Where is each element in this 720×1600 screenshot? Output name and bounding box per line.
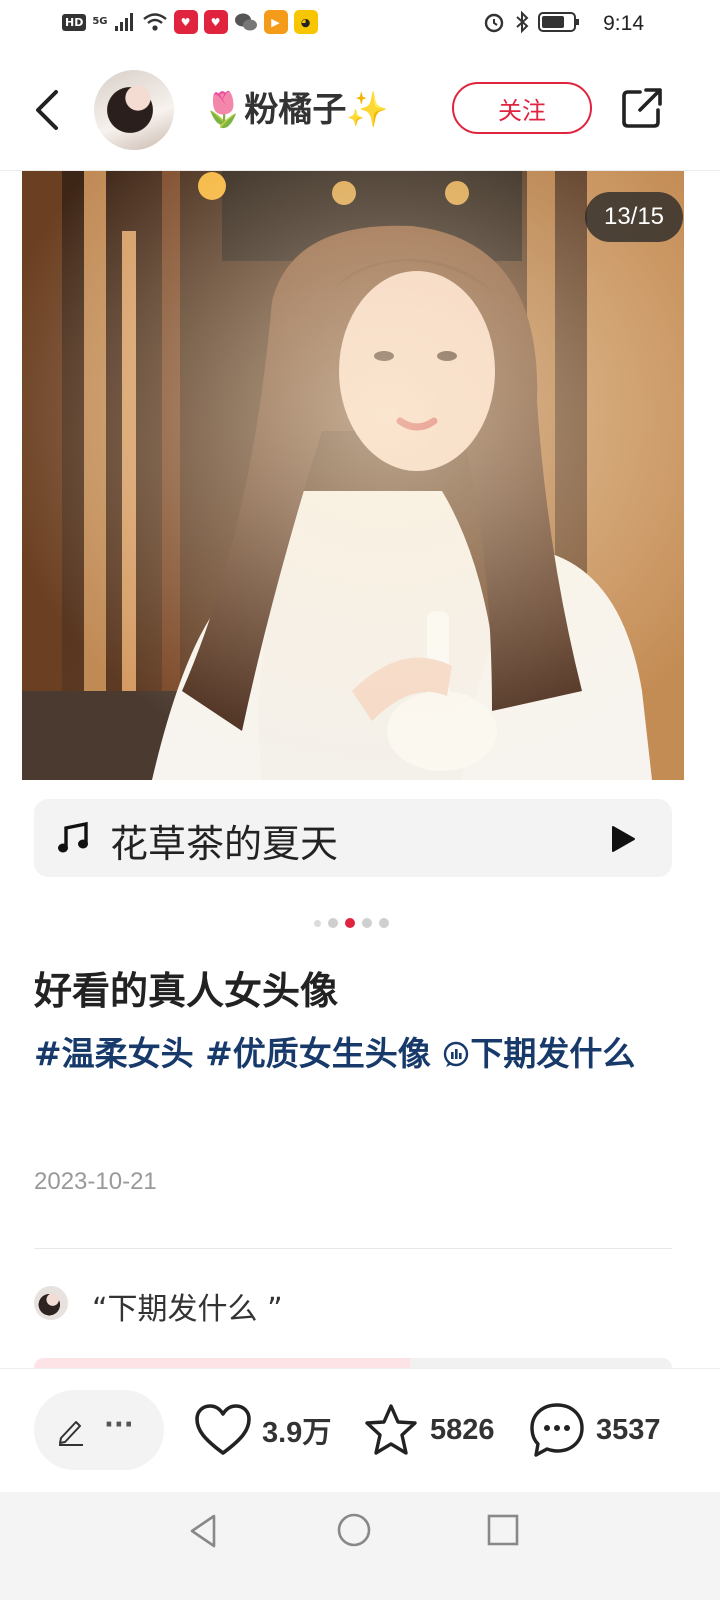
nav-recents-icon[interactable] bbox=[486, 1513, 520, 1547]
music-note-icon bbox=[58, 821, 88, 853]
back-button[interactable] bbox=[28, 82, 68, 138]
cat-app-icon: ◕ bbox=[293, 10, 318, 34]
tag-link[interactable]: #优质女生头像 bbox=[205, 1034, 431, 1073]
network-type: 5G bbox=[92, 16, 108, 27]
alarm-icon bbox=[484, 13, 504, 33]
author-avatar[interactable] bbox=[94, 70, 174, 150]
page-dot-active bbox=[345, 918, 355, 928]
comment-input-pill[interactable] bbox=[34, 1390, 164, 1470]
share-icon[interactable] bbox=[620, 86, 664, 130]
more-dots[interactable]: ··· bbox=[104, 1410, 134, 1440]
photo-image bbox=[22, 171, 684, 780]
nav-back-icon[interactable] bbox=[186, 1512, 220, 1550]
follow-button[interactable]: 关注 bbox=[452, 82, 592, 134]
page-counter: 13/15 bbox=[585, 192, 683, 242]
pencil-icon bbox=[59, 1421, 83, 1446]
divider bbox=[34, 1248, 672, 1249]
status-icons-left: HD 5G ♥ ♥ ▶ ◕ bbox=[62, 10, 318, 34]
post-tags: #温柔女头 #优质女生头像 下期发什么 bbox=[34, 1028, 684, 1080]
app-notification-icon: ♥ bbox=[173, 10, 198, 34]
video-app-icon: ▶ bbox=[263, 10, 288, 34]
battery-icon bbox=[538, 12, 579, 32]
page-dot bbox=[379, 918, 389, 928]
like-count: 3.9万 bbox=[262, 1417, 332, 1449]
poll-author-avatar bbox=[34, 1286, 68, 1320]
music-title: 花草茶的夏天 bbox=[110, 822, 339, 866]
wechat-icon bbox=[234, 13, 257, 31]
tag-link[interactable]: #温柔女头 bbox=[34, 1034, 194, 1073]
comment-count: 3537 bbox=[596, 1413, 661, 1446]
system-nav-bar bbox=[0, 1492, 720, 1600]
page-dot bbox=[328, 918, 338, 928]
pagination-dots bbox=[314, 918, 389, 928]
comment-bubble-icon bbox=[530, 1403, 584, 1457]
app-notification-icon: ♥ bbox=[203, 10, 228, 34]
collect-count: 5826 bbox=[430, 1413, 495, 1446]
like-button[interactable]: 3.9万 bbox=[194, 1398, 331, 1462]
status-bar: HD 5G ♥ ♥ ▶ ◕ 9:14 bbox=[0, 0, 720, 48]
author-name[interactable]: 🌷粉橘子✨ bbox=[202, 82, 389, 131]
collect-button[interactable]: 5826 bbox=[362, 1398, 495, 1462]
poll-icon bbox=[444, 1041, 469, 1067]
clock: 9:14 bbox=[603, 12, 644, 35]
page-dot bbox=[362, 918, 372, 928]
post-date: 2023-10-21 bbox=[34, 1168, 157, 1195]
heart-icon bbox=[195, 1404, 251, 1455]
note-header: 🌷粉橘子✨ 关注 bbox=[0, 52, 720, 171]
nav-home-icon[interactable] bbox=[336, 1512, 372, 1548]
poll-question: “下期发什么 ” bbox=[92, 1292, 283, 1327]
bluetooth-icon bbox=[516, 10, 529, 34]
page-dot bbox=[314, 919, 321, 927]
hd-indicator: HD bbox=[62, 13, 87, 31]
wifi-icon bbox=[142, 13, 167, 31]
play-icon[interactable] bbox=[610, 825, 636, 853]
signal-icon bbox=[114, 13, 133, 31]
poll-link[interactable]: 下期发什么 bbox=[470, 1034, 635, 1073]
star-icon bbox=[365, 1404, 417, 1455]
note-photo[interactable] bbox=[22, 171, 684, 780]
comment-button[interactable]: 3537 bbox=[528, 1398, 661, 1462]
post-title: 好看的真人女头像 bbox=[34, 969, 339, 1013]
